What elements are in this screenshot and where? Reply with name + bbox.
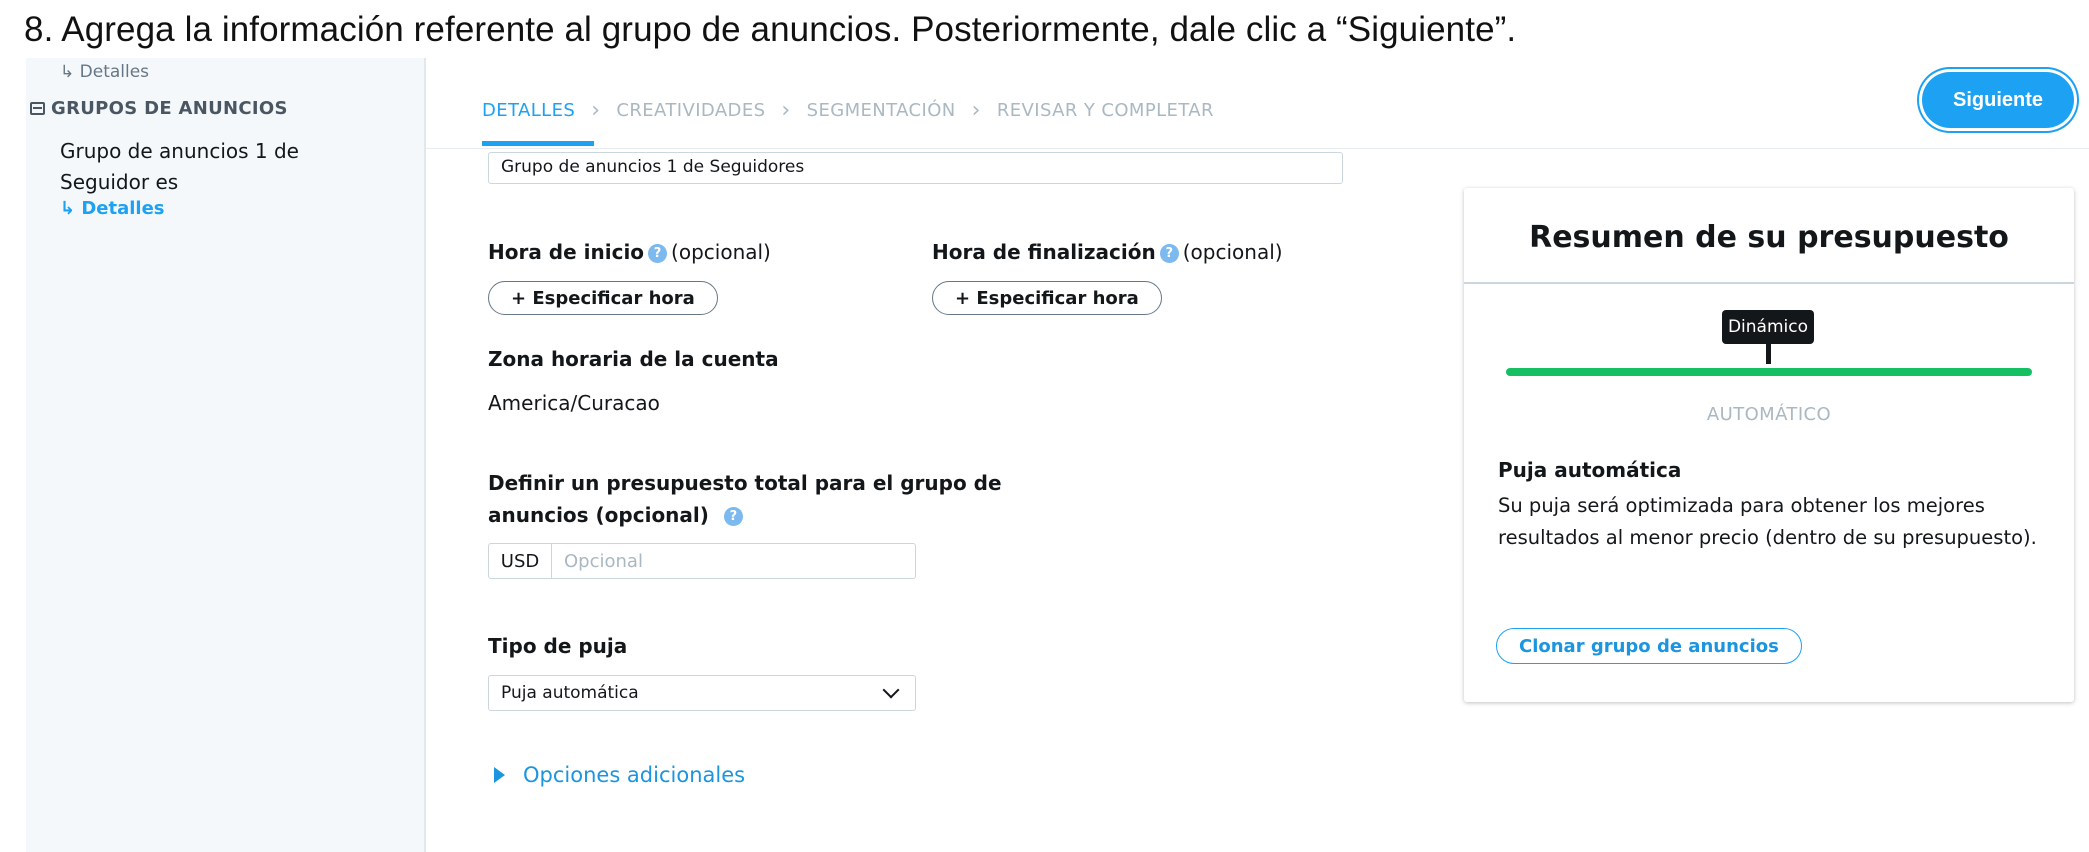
sidebar-campaign-details-link[interactable]: ↳ Detalles xyxy=(60,62,149,82)
ad-group-icon xyxy=(30,102,45,115)
tab-targeting[interactable]: SEGMENTACIÓN xyxy=(807,100,956,121)
sidebar-item-details-active[interactable]: ↳ Detalles xyxy=(60,198,165,219)
end-time-label-text: Hora de finalización xyxy=(932,240,1156,264)
chevron-right-icon: › xyxy=(781,98,791,123)
campaign-sidebar: ↳ Detalles GRUPOS DE ANUNCIOS Grupo de a… xyxy=(26,58,426,852)
sidebar-item-ad-group[interactable]: Grupo de anuncios 1 de Seguidor es xyxy=(60,136,390,198)
budget-label-line2: anuncios (opcional) xyxy=(488,503,709,527)
sidebar-group-header: GRUPOS DE ANUNCIOS xyxy=(30,98,288,119)
bid-type-select[interactable]: Puja automática xyxy=(488,675,916,711)
summary-divider xyxy=(1464,282,2074,284)
timezone-value: America/Curacao xyxy=(488,391,660,415)
active-tab-indicator xyxy=(482,141,594,146)
ad-group-name-input[interactable]: Grupo de anuncios 1 de Seguidores xyxy=(488,152,1343,184)
dynamic-tooltip: Dinámico xyxy=(1722,310,1814,344)
slider-marker xyxy=(1766,342,1771,364)
bid-type-selected: Puja automática xyxy=(501,683,639,703)
tab-creatives[interactable]: CREATIVIDADES xyxy=(616,100,765,121)
start-time-optional: (opcional) xyxy=(671,240,771,264)
additional-options-toggle[interactable]: Opciones adicionales xyxy=(494,763,745,787)
bid-summary-description: Su puja será optimizada para obtener los… xyxy=(1498,494,2037,549)
bid-type-label: Tipo de puja xyxy=(488,634,628,658)
chevron-right-icon: › xyxy=(591,98,601,123)
clone-ad-group-button[interactable]: Clonar grupo de anuncios xyxy=(1496,628,1802,664)
timezone-label: Zona horaria de la cuenta xyxy=(488,347,779,371)
help-icon[interactable]: ? xyxy=(648,244,668,263)
chevron-right-icon: › xyxy=(971,98,981,123)
start-time-label-text: Hora de inicio xyxy=(488,240,645,264)
help-icon[interactable]: ? xyxy=(723,507,743,526)
summary-title: Resumen de su presupuesto xyxy=(1529,220,2009,255)
tab-details[interactable]: DETALLES xyxy=(482,100,575,121)
additional-options-label: Opciones adicionales xyxy=(523,763,746,787)
start-time-label: Hora de inicio? (opcional) xyxy=(488,240,771,264)
bid-slider-track xyxy=(1506,368,2032,376)
end-time-optional: (opcional) xyxy=(1182,240,1283,264)
help-icon[interactable]: ? xyxy=(1159,244,1179,263)
end-time-button[interactable]: + Especificar hora xyxy=(932,281,1162,315)
budget-field: USD xyxy=(488,543,916,579)
end-time-label: Hora de finalización? (opcional) xyxy=(932,240,1283,264)
caret-right-icon xyxy=(494,767,505,783)
slider-scale-label: AUTOMÁTICO xyxy=(1706,404,1832,425)
sidebar-group-label: GRUPOS DE ANUNCIOS xyxy=(51,98,288,119)
next-button[interactable]: Siguiente xyxy=(1922,72,2074,128)
budget-summary-card: Resumen de su presupuesto Dinámico AUTOM… xyxy=(1464,188,2074,702)
budget-label-line2-wrap: anuncios (opcional) ? xyxy=(488,503,747,527)
tab-review[interactable]: REVISAR Y COMPLETAR xyxy=(997,100,1214,121)
currency-label: USD xyxy=(489,544,552,578)
bid-summary-title: Puja automática xyxy=(1498,458,1682,482)
budget-input[interactable] xyxy=(552,544,915,578)
step-tabs: DETALLES › CREATIVIDADES › SEGMENTACIÓN … xyxy=(482,98,1214,123)
instruction-caption: 8. Agrega la información referente al gr… xyxy=(24,10,1517,49)
budget-label-line1: Definir un presupuesto total para el gru… xyxy=(488,471,1002,495)
chevron-down-icon xyxy=(882,681,900,699)
tabs-divider xyxy=(426,148,2089,149)
start-time-button[interactable]: + Especificar hora xyxy=(488,281,718,315)
